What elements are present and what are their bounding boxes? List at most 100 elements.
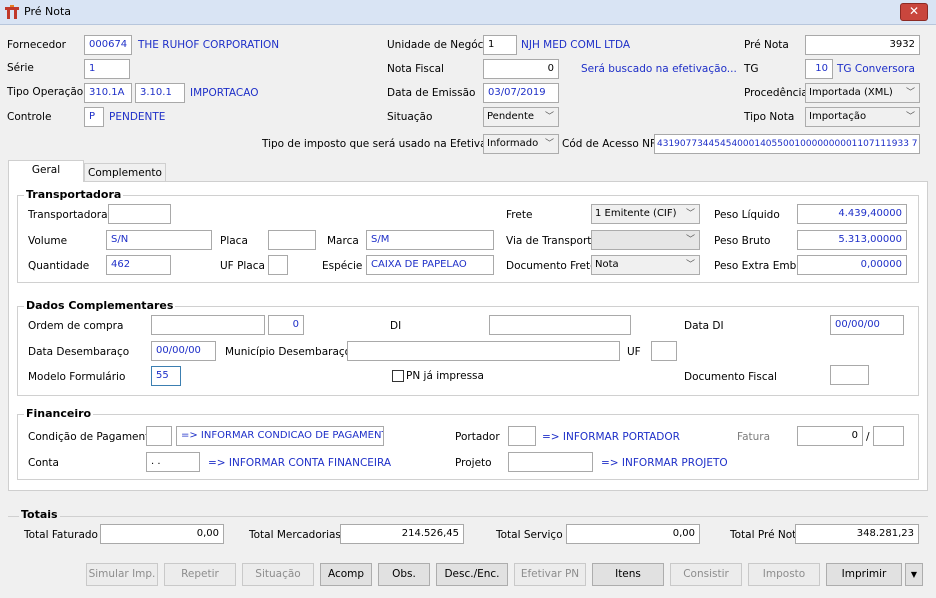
documento-fiscal-field[interactable] — [830, 365, 869, 385]
consistir-label: Consistir — [683, 568, 729, 580]
fornecedor-code-field[interactable]: 000674 — [84, 35, 132, 55]
controle-name: PENDENTE — [109, 111, 166, 123]
tipo-operacao-name: IMPORTACAO — [190, 87, 259, 99]
portador-field[interactable] — [508, 426, 536, 446]
data-emissao-field[interactable]: 03/07/2019 — [483, 83, 559, 103]
quantidade-field[interactable]: 462 — [106, 255, 171, 275]
data-di-label: Data DI — [684, 320, 724, 332]
uf-placa-field[interactable] — [268, 255, 288, 275]
volume-field[interactable]: S/N — [106, 230, 212, 250]
condicao-pagamento-desc-field[interactable]: => INFORMAR CONDICAO DE PAGAMENTO — [176, 426, 384, 446]
desc-enc-button[interactable]: Desc./Enc. — [436, 563, 508, 586]
total-servico-field: 0,00 — [566, 524, 700, 544]
total-servico-label: Total Serviço — [496, 529, 563, 541]
cod-acesso-field[interactable]: 4319077344545400014055001000000000110711… — [654, 134, 920, 154]
documento-frete-label: Documento Frete — [506, 260, 597, 272]
di-field[interactable] — [489, 315, 631, 335]
imprimir-button[interactable]: Imprimir — [826, 563, 902, 586]
marca-field[interactable]: S/M — [366, 230, 494, 250]
tg-code-field[interactable]: 10 — [805, 59, 833, 79]
controle-code-field[interactable]: P — [84, 107, 104, 127]
unidade-negocio-code-field[interactable]: 1 — [483, 35, 517, 55]
total-pre-nota-label: Total Pré Nota — [730, 529, 803, 541]
tipo-nota-select[interactable]: Importação ﹀ — [805, 107, 920, 127]
fatura-field-2[interactable] — [873, 426, 904, 446]
situacao-select[interactable]: Pendente ﹀ — [483, 107, 559, 127]
nota-fiscal-label: Nota Fiscal — [387, 63, 444, 75]
data-desembaraco-label: Data Desembaraço — [28, 346, 130, 358]
obs-button[interactable]: Obs. — [378, 563, 430, 586]
placa-field[interactable] — [268, 230, 316, 250]
imposto-button[interactable]: Imposto — [748, 563, 820, 586]
serie-field[interactable]: 1 — [84, 59, 130, 79]
peso-bruto-field[interactable]: 5.313,00000 — [797, 230, 907, 250]
peso-extra-field[interactable]: 0,00000 — [797, 255, 907, 275]
ordem-compra-field[interactable] — [151, 315, 265, 335]
efetivar-pn-button[interactable]: Efetivar PN — [514, 563, 586, 586]
chevron-down-icon: ﹀ — [685, 209, 695, 219]
repetir-button[interactable]: Repetir — [164, 563, 236, 586]
total-mercadorias-label: Total Mercadorias — [249, 529, 341, 541]
situacao-button-label: Situação — [255, 568, 301, 580]
acomp-button[interactable]: Acomp — [320, 563, 372, 586]
especie-field[interactable]: CAIXA DE PAPELAO — [366, 255, 494, 275]
fornecedor-name: THE RUHOF CORPORATION — [138, 39, 280, 51]
uf-field[interactable] — [651, 341, 677, 361]
tab-complemento[interactable]: Complemento — [84, 163, 166, 183]
obs-label: Obs. — [392, 568, 416, 580]
dados-complementares-title: Dados Complementares — [24, 299, 176, 313]
conta-desc: => INFORMAR CONTA FINANCEIRA — [208, 457, 392, 469]
total-pre-nota-field: 348.281,23 — [795, 524, 919, 544]
procedencia-select[interactable]: Importada (XML) ﹀ — [805, 83, 920, 103]
fatura-field[interactable]: 0 — [797, 426, 863, 446]
transportadora-title: Transportadora — [24, 188, 124, 202]
data-desembaraco-field[interactable]: 00/00/00 — [151, 341, 216, 361]
imprimir-dropdown-button[interactable]: ▼ — [905, 563, 923, 586]
via-transporte-label: Via de Transporte — [506, 235, 598, 247]
acomp-label: Acomp — [327, 568, 365, 580]
chevron-down-icon: ﹀ — [544, 112, 554, 122]
itens-button[interactable]: Itens — [592, 563, 664, 586]
serie-label: Série — [7, 62, 34, 74]
nota-fiscal-hint: Será buscado na efetivação... — [581, 63, 737, 75]
simular-imposto-button[interactable]: Simular Imp. — [86, 563, 158, 586]
nota-fiscal-field[interactable]: 0 — [483, 59, 559, 79]
data-di-field[interactable]: 00/00/00 — [830, 315, 904, 335]
pre-nota-field[interactable]: 3932 — [805, 35, 920, 55]
transportadora-field[interactable] — [108, 204, 171, 224]
marca-label: Marca — [327, 235, 359, 247]
placa-label: Placa — [220, 235, 248, 247]
consistir-button[interactable]: Consistir — [670, 563, 742, 586]
documento-frete-select[interactable]: Nota ﹀ — [591, 255, 700, 275]
modelo-formulario-field[interactable]: 55 — [151, 366, 181, 386]
total-mercadorias-field: 214.526,45 — [340, 524, 464, 544]
chevron-down-icon: ﹀ — [685, 260, 695, 270]
especie-label: Espécie — [322, 260, 363, 272]
via-transporte-select[interactable]: ﹀ — [591, 230, 700, 250]
controle-label: Controle — [7, 111, 52, 123]
peso-liquido-field[interactable]: 4.439,40000 — [797, 204, 907, 224]
uf-label: UF — [627, 346, 641, 358]
tab-geral[interactable]: Geral — [8, 160, 84, 182]
pn-impressa-label: PN já impressa — [406, 370, 484, 382]
desc-enc-label: Desc./Enc. — [444, 568, 500, 580]
unidade-negocio-label: Unidade de Negócio — [387, 39, 493, 51]
pn-impressa-checkbox[interactable] — [392, 370, 404, 382]
data-emissao-label: Data de Emissão — [387, 87, 476, 99]
close-button[interactable]: ✕ — [900, 3, 928, 21]
title-bar: Pré Nota ✕ — [0, 0, 936, 25]
condicao-pagamento-field[interactable] — [146, 426, 172, 446]
fatura-label: Fatura — [737, 431, 771, 443]
procedencia-label: Procedência — [744, 87, 808, 99]
tipo-imposto-select[interactable]: Informado ﹀ — [483, 134, 559, 154]
ordem-compra-num-field[interactable]: 0 — [268, 315, 304, 335]
frete-select[interactable]: 1 Emitente (CIF) ﹀ — [591, 204, 700, 224]
situacao-button[interactable]: Situação — [242, 563, 314, 586]
conta-field[interactable]: . . — [146, 452, 200, 472]
financeiro-title: Financeiro — [24, 407, 94, 421]
tipo-operacao-code2-field[interactable]: 3.10.1 — [135, 83, 185, 103]
projeto-field[interactable] — [508, 452, 593, 472]
tipo-operacao-code1-field[interactable]: 310.1A — [84, 83, 132, 103]
municipio-desembaraco-field[interactable] — [347, 341, 620, 361]
tipo-nota-value: Importação — [809, 111, 867, 122]
